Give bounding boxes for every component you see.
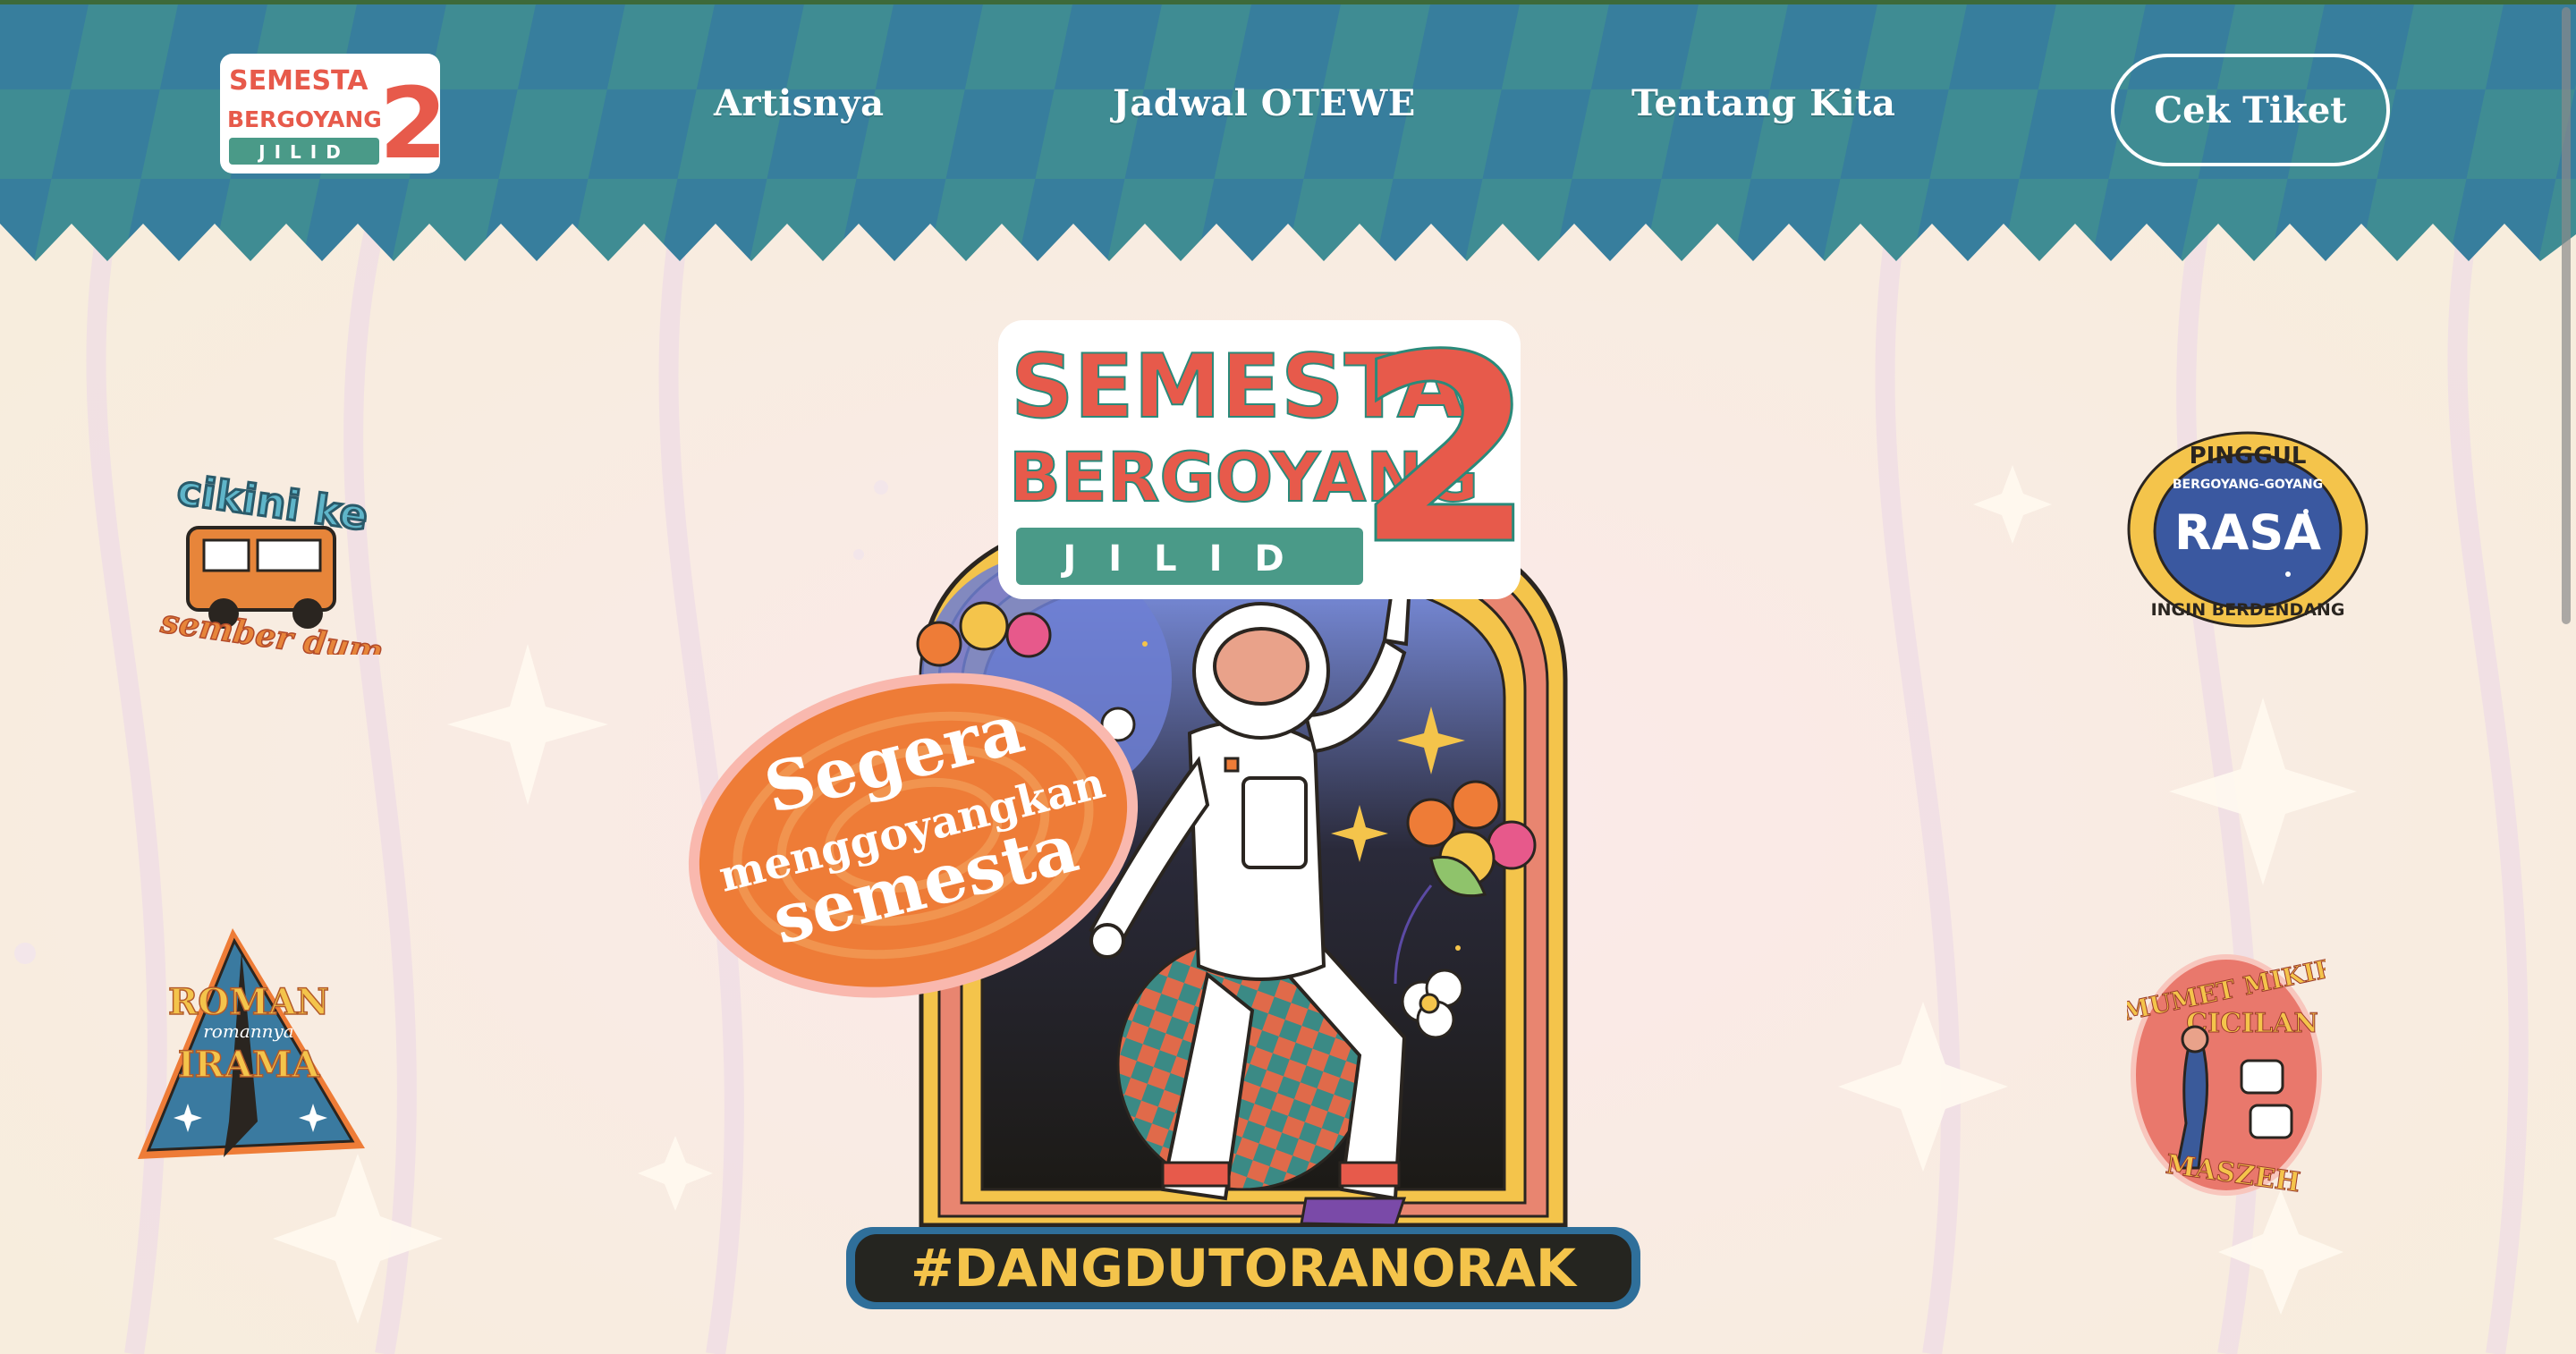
hero-edition-label: JILID (1060, 538, 1316, 580)
sticker-rasa: PINGGUL BERGOYANG-GOYANG RASA INGIN BERD… (2127, 431, 2368, 628)
logo-number: 2 (379, 66, 442, 175)
hero-bubble: Segera menggoyangkan semesta (676, 665, 1150, 1005)
roman-line-1: ROMAN (168, 981, 329, 1023)
nav-jadwal-otewe[interactable]: Jadwal OTEWE (1113, 82, 1416, 124)
roman-line-3: IRAMA (178, 1044, 320, 1086)
logo-line-3: JILID (257, 141, 350, 163)
nav-tentang-kita[interactable]: Tentang Kita (1631, 82, 1895, 124)
sticker-cikini-van: cikini ke sember dum (138, 463, 392, 672)
rasa-top-text: PINGGUL (2190, 443, 2307, 470)
site-logo[interactable]: SEMESTA BERGOYANG JILID 2 (218, 52, 447, 181)
hero-edition-number: 2 (1355, 317, 1524, 602)
rasa-bottom-text: INGIN BERDENDANG (2151, 600, 2345, 620)
cek-tiket-button[interactable]: Cek Tiket (2111, 54, 2390, 166)
sticker-roman-irama: ROMAN romannya IRAMA (134, 925, 369, 1163)
hero-title-logo: SEMESTA BERGOYANG JILID 2 (995, 300, 1537, 604)
rasa-ring-text: BERGOYANG-GOYANG (2173, 478, 2323, 492)
rasa-center-text: RASA (2174, 504, 2321, 561)
logo-line-1: SEMESTA (229, 65, 369, 97)
nav-artisnya[interactable]: Artisnya (714, 82, 885, 124)
page-scrollbar-thumb[interactable] (2562, 7, 2571, 624)
logo-line-2: BERGOYANG (227, 106, 382, 132)
hashtag-banner: #DANGDUTORANORAK (844, 1225, 1642, 1311)
hashtag-text: #DANGDUTORANORAK (911, 1238, 1578, 1299)
sticker-mumet-maszeh: MUMET MIKIR CICILAN MASZEH (2119, 952, 2339, 1199)
roman-line-2: romannya (203, 1020, 293, 1042)
